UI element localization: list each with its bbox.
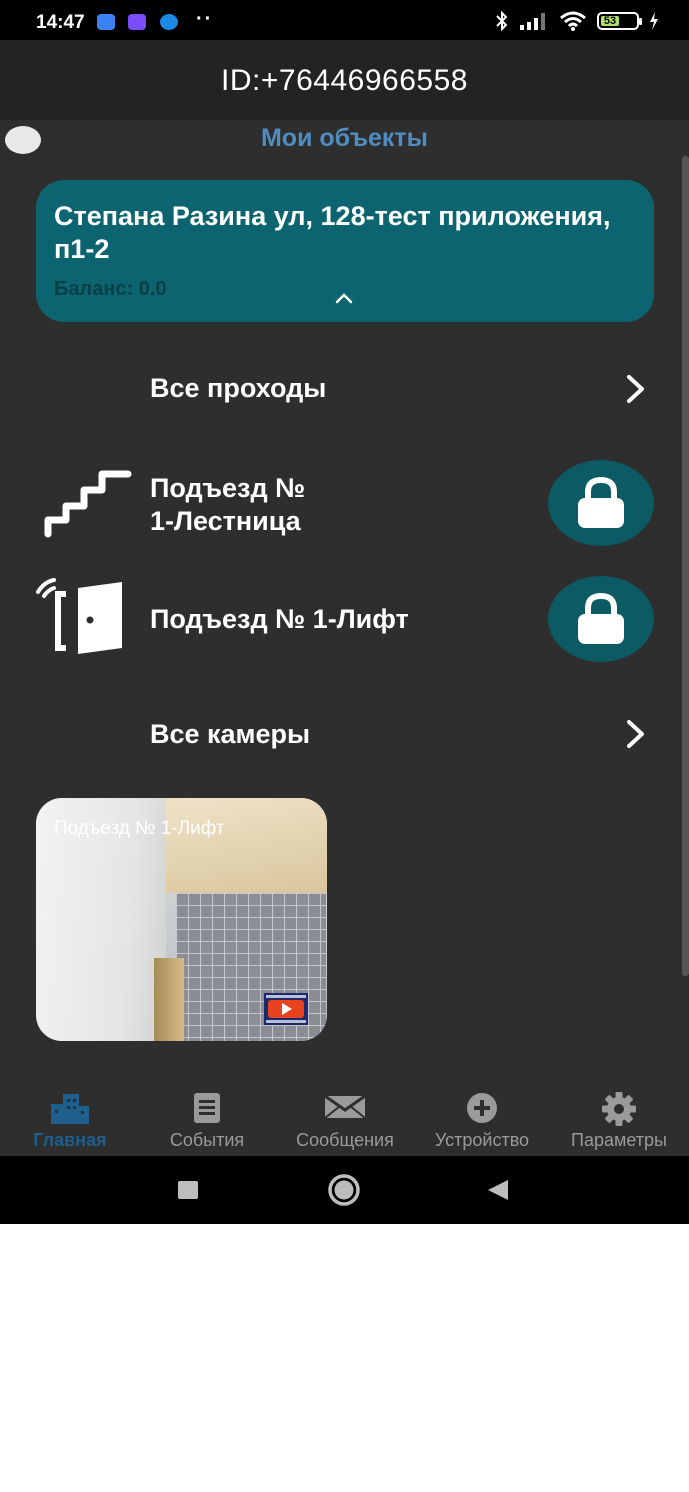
app-notification-icon (128, 14, 146, 30)
home-buildings-icon (51, 1094, 89, 1124)
nav-settings[interactable]: Параметры (549, 1080, 689, 1156)
section-title: Мои объекты (260, 124, 429, 152)
all-passages-link[interactable]: Все проходы (150, 372, 326, 405)
object-address: Степана Разина ул, 128-тест приложения, … (54, 201, 611, 264)
camera-preview-card[interactable]: Подъезд № 1-Лифт (36, 798, 327, 1041)
nfc-notification-icon (160, 14, 178, 30)
entrance-lift-label: Подъезд № 1-Лифт (150, 604, 409, 634)
home-button[interactable] (314, 1156, 374, 1224)
video-play-icon[interactable] (264, 993, 308, 1025)
all-cameras-link[interactable]: Все камеры (150, 718, 310, 751)
nav-messages-label: Сообщения (296, 1130, 394, 1150)
circle-icon (328, 1174, 360, 1206)
nav-events[interactable]: События (137, 1080, 277, 1156)
status-time: 14:47 (36, 12, 85, 33)
back-triangle-icon (488, 1180, 508, 1200)
gear-icon (602, 1092, 636, 1126)
camera-title: Подъезд № 1-Лифт (54, 818, 225, 839)
lock-icon (578, 593, 624, 644)
chevron-right-icon[interactable] (622, 372, 650, 406)
signal-icon (520, 13, 545, 30)
user-id-title: ID:+76446966558 (221, 64, 468, 97)
nav-device[interactable]: Устройство (412, 1080, 552, 1156)
chevron-right-icon[interactable] (622, 717, 650, 751)
door-intercom-icon (36, 578, 122, 654)
object-balance: Баланс: 0.0 (54, 278, 167, 300)
unlock-lift-button[interactable] (548, 576, 654, 662)
system-navigation-bar (0, 1156, 689, 1224)
wifi-icon (560, 11, 586, 31)
bottom-navigation: Главная События Сообщения Устройство Пар… (0, 1080, 689, 1156)
events-list-icon (194, 1093, 220, 1123)
messenger-notification-icon (97, 14, 115, 30)
more-notifications-icon: ·· (196, 8, 214, 30)
plus-circle-icon (467, 1093, 497, 1123)
nav-home[interactable]: Главная (0, 1080, 140, 1156)
chevron-up-icon[interactable] (334, 288, 354, 308)
battery-icon: 53 (597, 12, 642, 30)
back-button[interactable] (468, 1156, 528, 1224)
object-card[interactable]: Степана Разина ул, 128-тест приложения, … (36, 180, 654, 322)
status-bar: 14:47 ·· 53 (0, 0, 689, 40)
entrance-stairs-label: Подъезд № 1-Лестница (150, 473, 306, 536)
camera-frame-pillar (154, 958, 184, 1041)
charging-icon (650, 12, 658, 30)
nav-messages[interactable]: Сообщения (275, 1080, 415, 1156)
stairs-icon (44, 470, 132, 538)
unlock-stairs-button[interactable] (548, 460, 654, 546)
nav-settings-label: Параметры (571, 1130, 667, 1150)
nav-device-label: Устройство (434, 1130, 530, 1150)
nav-events-label: События (169, 1130, 245, 1150)
nav-home-label: Главная (33, 1130, 107, 1150)
lock-icon (578, 477, 624, 528)
scrollbar[interactable] (682, 156, 689, 976)
square-icon (178, 1181, 198, 1199)
app-screen: 14:47 ·· 53 ID:+76446966558 Мои объекты … (0, 0, 689, 1224)
battery-level: 53 (601, 16, 620, 27)
envelope-icon (324, 1094, 366, 1119)
camera-frame-ceiling (146, 798, 327, 893)
app-header: ID:+76446966558 (0, 40, 689, 120)
recent-apps-button[interactable] (158, 1156, 218, 1224)
bluetooth-icon (496, 11, 508, 31)
status-right: 53 (495, 10, 659, 32)
